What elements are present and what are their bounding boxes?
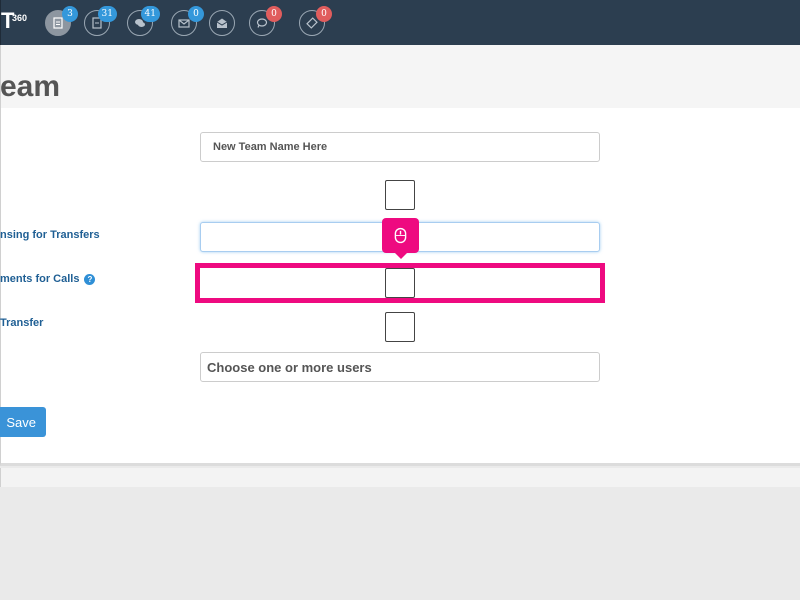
save-button[interactable]: Save [0, 407, 46, 437]
mouse-icon [394, 227, 407, 244]
transfer-checkbox[interactable] [385, 312, 415, 342]
ticket-icon [306, 17, 318, 29]
mail-icon [178, 19, 190, 28]
file-badge: 31 [97, 6, 117, 22]
nav-open-mail-button[interactable] [209, 10, 235, 36]
transfer-label: Transfer [0, 317, 44, 329]
top-navigation-bar: T 360 3 31 41 0 0 0 [0, 0, 800, 45]
nav-comment-button[interactable]: 0 [249, 6, 282, 36]
page-title: eam [0, 70, 61, 103]
calls-label-text: ments for Calls [0, 273, 80, 285]
nav-ticket-button[interactable]: 0 [299, 6, 332, 36]
nav-chat-button[interactable]: 41 [127, 6, 160, 36]
comment-badge: 0 [266, 6, 282, 22]
transfers-label: nsing for Transfers [0, 229, 100, 241]
chat-badge: 41 [140, 6, 160, 22]
title-band [0, 45, 800, 108]
comment-icon [256, 18, 268, 28]
app-logo-suffix: 360 [12, 13, 28, 23]
document-badge: 3 [62, 6, 78, 22]
users-select-input[interactable] [200, 352, 600, 382]
team-name-input[interactable] [200, 132, 600, 162]
team-option-checkbox[interactable] [385, 180, 415, 210]
click-indicator [382, 218, 419, 259]
document-icon [53, 17, 63, 29]
nav-mail-button[interactable]: 0 [171, 6, 204, 36]
ticket-badge: 0 [316, 6, 332, 22]
calls-label: ments for Calls? [0, 272, 96, 286]
mail-badge: 0 [188, 6, 204, 22]
panel-footer-strip [0, 468, 800, 487]
nav-file-button[interactable]: 31 [84, 6, 117, 36]
nav-document-button[interactable]: 3 [45, 6, 78, 36]
calls-checkbox[interactable] [385, 268, 415, 298]
help-icon[interactable]: ? [84, 274, 96, 285]
open-mail-icon [216, 18, 228, 28]
